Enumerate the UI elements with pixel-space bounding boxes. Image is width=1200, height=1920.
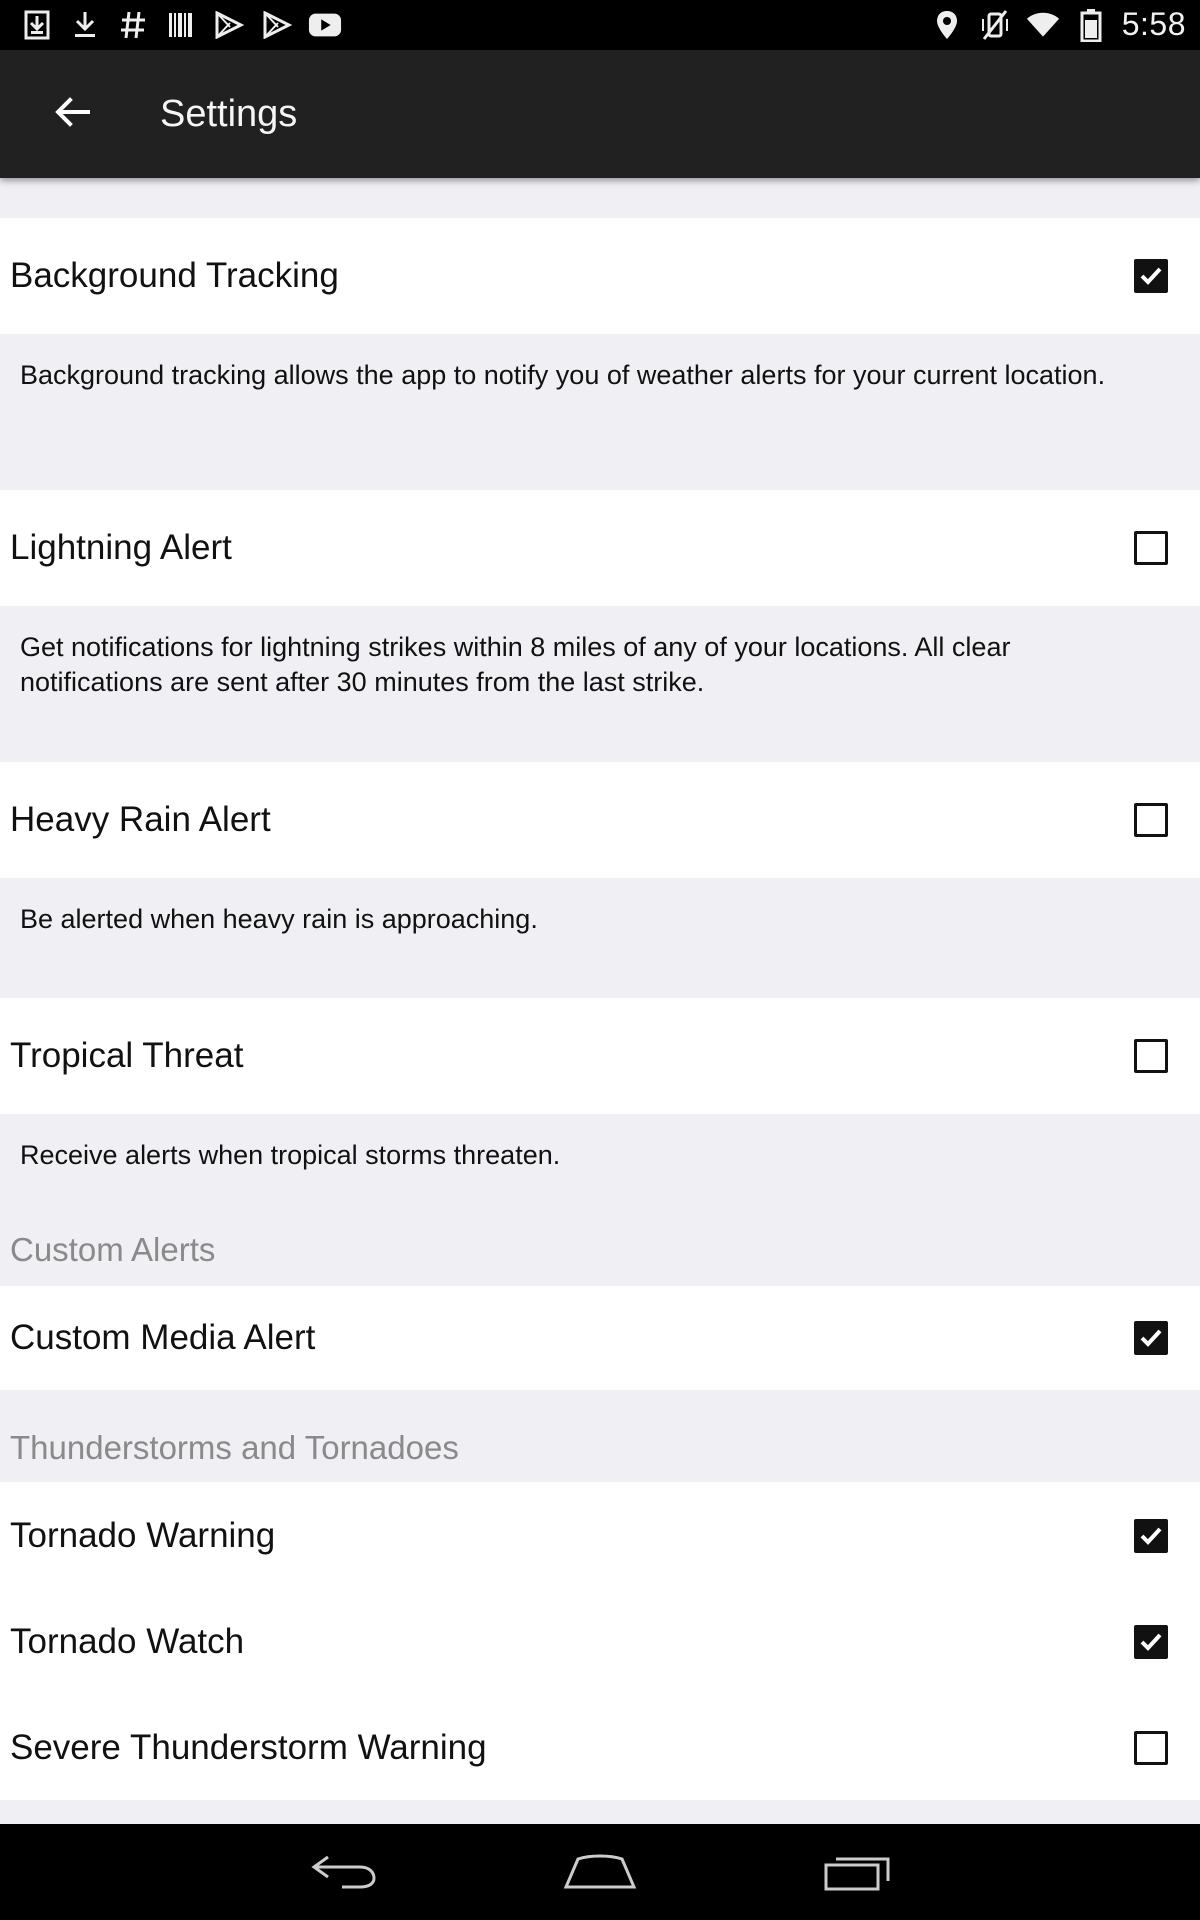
arrow-back-icon (54, 96, 90, 133)
location-icon (930, 8, 964, 42)
download-icon (68, 8, 102, 42)
tornado-warning-checkbox[interactable] (1134, 1519, 1168, 1553)
status-clock: 5:58 (1121, 6, 1186, 42)
heavy-rain-alert-checkbox[interactable] (1134, 803, 1168, 837)
lightning-alert-description: Get notifications for lightning strikes … (20, 632, 1011, 697)
play-store-icon (212, 8, 246, 42)
severe-thunderstorm-warning-row[interactable]: Severe Thunderstorm Warning (0, 1694, 1200, 1800)
back-icon (308, 1851, 380, 1896)
severe-thunderstorm-warning-checkbox[interactable] (1134, 1731, 1168, 1765)
vibrate-off-icon (978, 8, 1012, 42)
background-tracking-label: Background Tracking (10, 256, 339, 295)
checkmark-icon (1140, 1527, 1162, 1545)
barcode-icon (164, 8, 198, 42)
status-bar: 5:58 (0, 0, 1200, 50)
heavy-rain-alert-row[interactable]: Heavy Rain Alert (0, 762, 1200, 878)
heavy-rain-alert-description: Be alerted when heavy rain is approachin… (20, 904, 538, 934)
lightning-alert-label: Lightning Alert (10, 528, 232, 567)
wifi-icon (1026, 8, 1060, 42)
lightning-alert-row[interactable]: Lightning Alert (0, 490, 1200, 606)
nav-recents-button[interactable] (808, 1846, 908, 1900)
background-tracking-description: Background tracking allows the app to no… (20, 360, 1106, 390)
tornado-warning-row[interactable]: Tornado Warning (0, 1482, 1200, 1588)
tornado-watch-row[interactable]: Tornado Watch (0, 1588, 1200, 1694)
tropical-threat-label: Tropical Threat (10, 1036, 244, 1075)
nav-back-button[interactable] (294, 1846, 394, 1900)
tornado-watch-checkbox[interactable] (1134, 1625, 1168, 1659)
back-button[interactable] (36, 78, 108, 150)
system-icons: 5:58 (930, 6, 1186, 43)
app-bar: Settings (0, 50, 1200, 178)
battery-icon (1074, 8, 1108, 42)
nav-home-button[interactable] (550, 1846, 650, 1900)
checkmark-icon (1140, 267, 1162, 285)
custom-media-alert-row[interactable]: Custom Media Alert (0, 1286, 1200, 1390)
page-title: Settings (160, 93, 298, 135)
custom-media-alert-checkbox[interactable] (1134, 1321, 1168, 1355)
thunderstorms-group: Tornado Warning Tornado Watch Severe Thu… (0, 1482, 1200, 1800)
heavy-rain-alert-label: Heavy Rain Alert (10, 800, 271, 839)
checkmark-icon (1140, 1633, 1162, 1651)
thunderstorms-header: Thunderstorms and Tornadoes (10, 1429, 459, 1466)
navigation-bar (0, 1824, 1200, 1920)
tornado-warning-label: Tornado Warning (10, 1516, 276, 1555)
tropical-threat-description: Receive alerts when tropical storms thre… (20, 1140, 561, 1170)
tornado-watch-label: Tornado Watch (10, 1622, 245, 1661)
severe-thunderstorm-warning-label: Severe Thunderstorm Warning (10, 1728, 487, 1767)
home-icon (562, 1851, 638, 1896)
custom-media-alert-label: Custom Media Alert (10, 1318, 316, 1357)
tropical-threat-row[interactable]: Tropical Threat (0, 998, 1200, 1114)
play-store-icon (260, 8, 294, 42)
lightning-alert-checkbox[interactable] (1134, 531, 1168, 565)
checkmark-icon (1140, 1329, 1162, 1347)
background-tracking-checkbox[interactable] (1134, 259, 1168, 293)
settings-list[interactable]: Background Tracking Background tracking … (0, 178, 1200, 1824)
youtube-icon (308, 8, 342, 42)
hash-icon (116, 8, 150, 42)
background-tracking-row[interactable]: Background Tracking (0, 218, 1200, 334)
custom-alerts-header: Custom Alerts (10, 1231, 216, 1268)
download-box-icon (20, 8, 54, 42)
tropical-threat-checkbox[interactable] (1134, 1039, 1168, 1073)
recents-icon (822, 1851, 894, 1896)
notification-icons (20, 8, 342, 42)
